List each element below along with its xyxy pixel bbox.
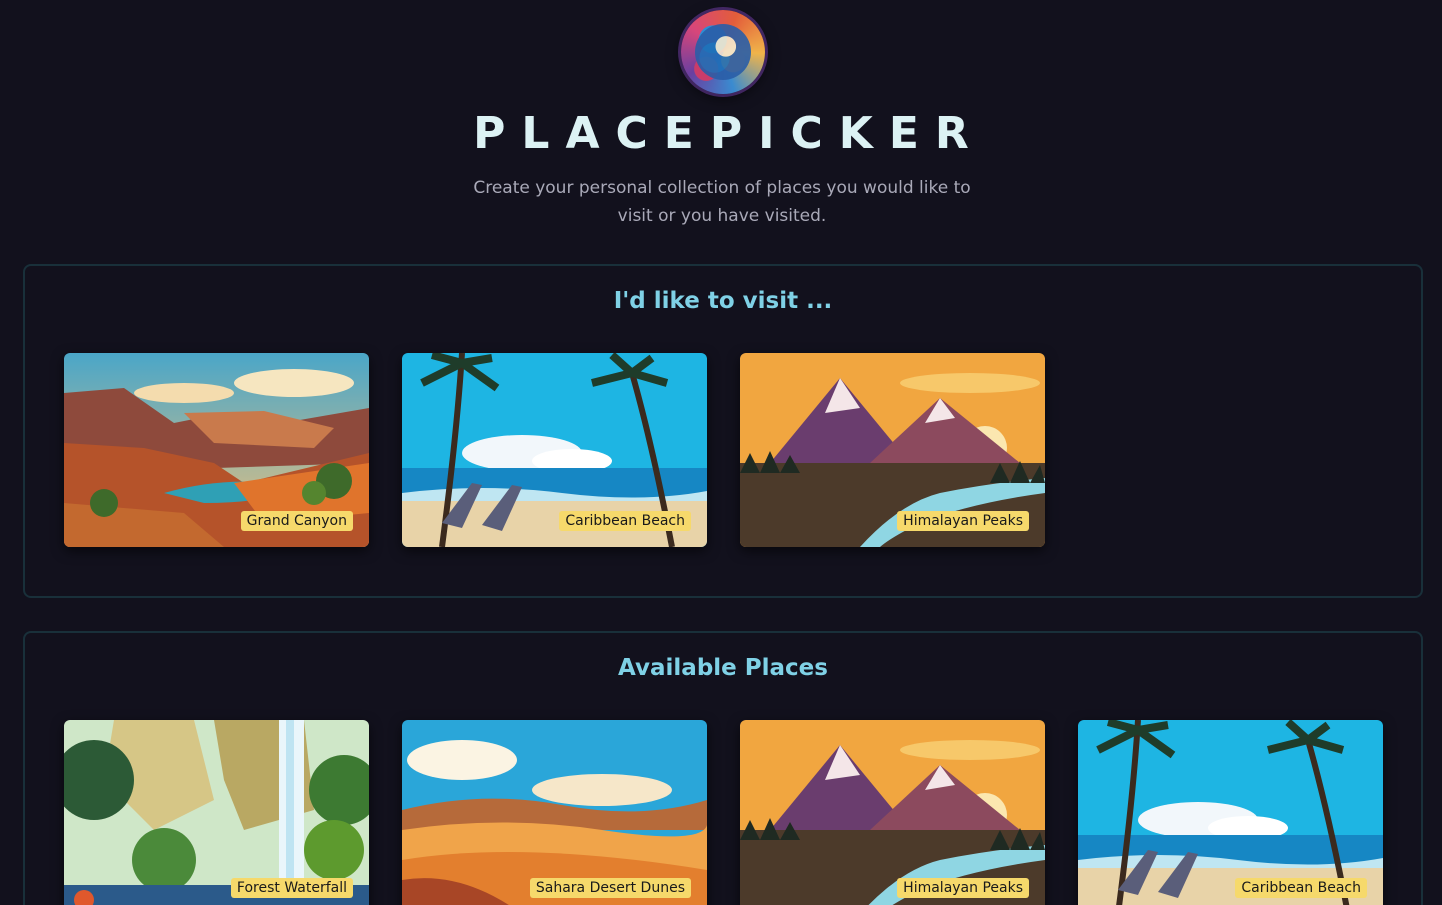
- place-card-sahara-desert-dunes[interactable]: Sahara Desert Dunes: [402, 720, 707, 905]
- place-card-himalayan-peaks[interactable]: Himalayan Peaks: [740, 720, 1045, 905]
- place-label: Himalayan Peaks: [897, 878, 1029, 898]
- visit-section: I'd like to visit ... Grand Canyon Carib…: [23, 264, 1423, 598]
- place-label: Caribbean Beach: [559, 511, 691, 531]
- visit-section-title: I'd like to visit ...: [613, 288, 833, 314]
- place-card-forest-waterfall[interactable]: Forest Waterfall: [64, 720, 369, 905]
- page-title: PLACEPICKER: [473, 108, 985, 159]
- place-label: Sahara Desert Dunes: [529, 878, 691, 898]
- place-card-himalayan-peaks[interactable]: Himalayan Peaks: [740, 353, 1045, 547]
- place-label: Himalayan Peaks: [897, 511, 1029, 531]
- page-subtitle: Create your personal collection of place…: [473, 178, 971, 226]
- place-card-caribbean-beach[interactable]: Caribbean Beach: [402, 353, 707, 547]
- available-section: Available Places Forest Waterfall Sahara…: [23, 631, 1423, 905]
- place-card-caribbean-beach[interactable]: Caribbean Beach: [1078, 720, 1383, 905]
- place-label: Forest Waterfall: [230, 878, 353, 898]
- available-section-title: Available Places: [618, 655, 828, 681]
- place-label: Caribbean Beach: [1235, 878, 1367, 898]
- page: PLACEPICKER Create your personal collect…: [0, 0, 1442, 905]
- place-label: Grand Canyon: [240, 511, 353, 531]
- globe-logo: [681, 10, 765, 94]
- place-card-grand-canyon[interactable]: Grand Canyon: [64, 353, 369, 547]
